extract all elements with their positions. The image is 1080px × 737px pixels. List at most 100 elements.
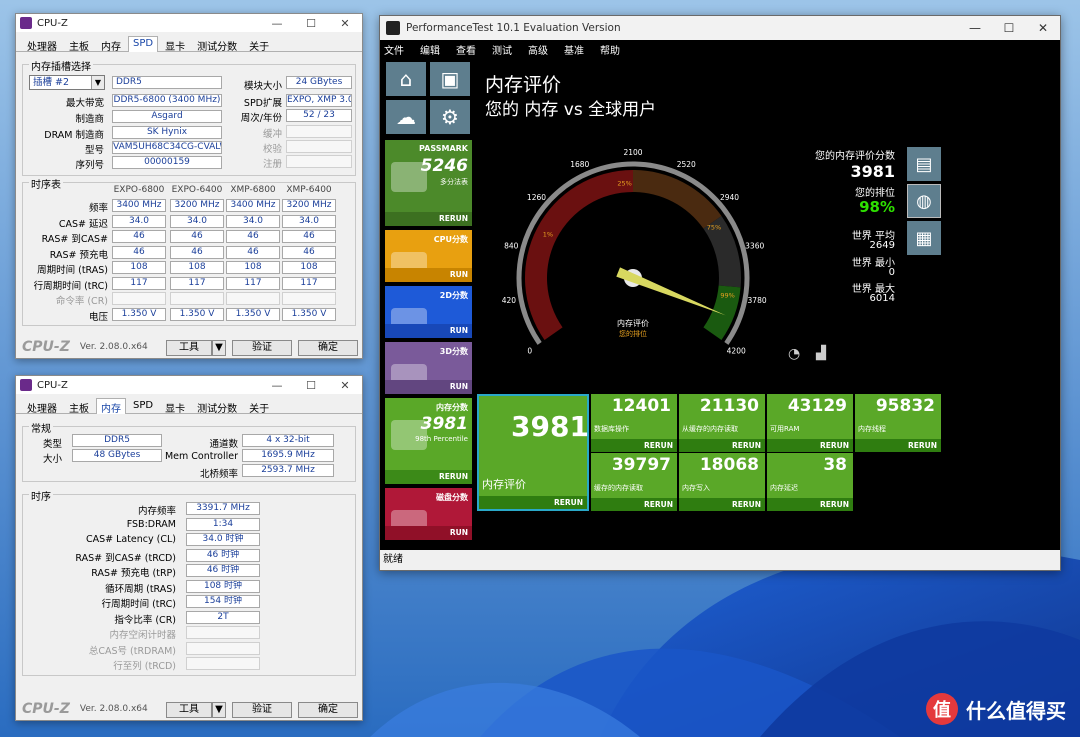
mem-timing-label: 行周期时间 (tRC) xyxy=(101,599,176,610)
side-tile-rerun[interactable]: RERUN xyxy=(385,212,472,226)
tab-spd[interactable]: SPD xyxy=(128,36,159,52)
pt-titlebar[interactable]: PerformanceTest 10.1 Evaluation Version … xyxy=(380,16,1060,40)
side-tile-4[interactable]: 内存分数 3981 98th Percentile RERUN xyxy=(385,398,472,484)
side-tile-1[interactable]: CPU分数 RUN xyxy=(385,230,472,282)
cloud-db-icon[interactable]: ☁ xyxy=(386,100,426,134)
timing-row-label: CAS# 延迟 xyxy=(58,218,108,230)
tab-bench[interactable]: 测试分数 xyxy=(192,36,242,53)
tab-mainboard[interactable]: 主板 xyxy=(64,398,94,415)
tools-button[interactable]: 工具 xyxy=(166,702,212,718)
metric-tile-rerun[interactable]: RERUN xyxy=(679,439,765,452)
side-tile-label: 3D分数 xyxy=(439,347,468,356)
tab-spd[interactable]: SPD xyxy=(128,398,158,413)
timing-cell: 1.350 V xyxy=(226,307,280,321)
metric-tile[interactable]: 21130 从缓存的内存读取 RERUN xyxy=(679,394,765,452)
metric-tile-rerun[interactable]: RERUN xyxy=(591,439,677,452)
menu-edit[interactable]: 编辑 xyxy=(416,42,452,57)
menu-help[interactable]: 帮助 xyxy=(596,42,632,57)
memory-mark-tile[interactable]: 3981 内存评价 RERUN xyxy=(477,394,589,511)
metric-tile[interactable]: 38 内存延迟 RERUN xyxy=(767,453,853,511)
side-tile-5[interactable]: 磁盘分数 RUN xyxy=(385,488,472,540)
tab-cpu[interactable]: 处理器 xyxy=(22,398,62,415)
serial-number-value: 00000159 xyxy=(112,156,222,169)
spd-ext-label: SPD扩展 xyxy=(243,98,282,109)
chart-icon[interactable]: ▟ xyxy=(816,346,826,361)
close-icon[interactable]: ✕ xyxy=(1026,21,1060,35)
tab-about[interactable]: 关于 xyxy=(244,398,274,415)
menu-file[interactable]: 文件 xyxy=(380,42,416,57)
timing-cell: 34.0 xyxy=(112,214,166,228)
metric-tile[interactable]: 39797 缓存的内存读取 RERUN xyxy=(591,453,677,511)
metric-tile-rerun[interactable]: RERUN xyxy=(767,439,853,452)
maximize-icon[interactable]: ☐ xyxy=(294,379,328,392)
tab-graphics[interactable]: 显卡 xyxy=(160,398,190,415)
menu-view[interactable]: 查看 xyxy=(452,42,488,57)
metric-tile[interactable]: 18068 内存写入 RERUN xyxy=(679,453,765,511)
speedometer-icon[interactable]: ◔ xyxy=(788,346,800,362)
metric-tile[interactable]: 12401 数据库操作 RERUN xyxy=(591,394,677,452)
metric-tile-rerun[interactable]: RERUN xyxy=(591,498,677,511)
serial-number-label: 序列号 xyxy=(75,160,104,171)
minimize-icon[interactable]: — xyxy=(260,17,294,30)
cpuz-mem-titlebar[interactable]: CPU-Z — ☐ ✕ xyxy=(16,376,362,394)
metric-tile-label: 内存写入 xyxy=(682,484,710,492)
performancetest-window[interactable]: PerformanceTest 10.1 Evaluation Version … xyxy=(379,15,1061,571)
metric-tile[interactable]: 43129 可用RAM RERUN xyxy=(767,394,853,452)
window-title: CPU-Z xyxy=(37,379,68,391)
validate-button[interactable]: 验证 xyxy=(232,340,292,356)
tab-mainboard[interactable]: 主板 xyxy=(64,36,94,53)
side-tile-rerun[interactable]: RUN xyxy=(385,380,472,394)
chevron-down-icon[interactable]: ▼ xyxy=(91,76,104,89)
close-icon[interactable]: ✕ xyxy=(328,379,362,392)
menu-tests[interactable]: 测试 xyxy=(488,42,524,57)
side-tile-rerun[interactable]: RUN xyxy=(385,268,472,282)
watermark: 值 什么值得买 xyxy=(926,693,1066,725)
side-tile-2[interactable]: 2D分数 RUN xyxy=(385,286,472,338)
maximize-icon[interactable]: ☐ xyxy=(992,21,1026,35)
gears-icon[interactable]: ⚙ xyxy=(430,100,470,134)
metric-tile-rerun[interactable]: RERUN xyxy=(855,439,941,452)
report-icon[interactable]: ▤ xyxy=(907,147,941,181)
side-tile-rerun[interactable]: RERUN xyxy=(385,470,472,484)
cpuz-spd-titlebar[interactable]: CPU-Z — ☐ ✕ xyxy=(16,14,362,32)
metric-tile-rerun[interactable]: RERUN xyxy=(767,498,853,511)
memory-card-icon[interactable]: ▦ xyxy=(907,221,941,255)
world-max-value: 6014 xyxy=(869,293,895,304)
memory-mark-rerun[interactable]: RERUN xyxy=(479,496,587,509)
home-icon[interactable]: ⌂ xyxy=(386,62,426,96)
tools-button[interactable]: 工具 xyxy=(166,340,212,356)
side-tile-rerun[interactable]: RUN xyxy=(385,324,472,338)
validate-button[interactable]: 验证 xyxy=(232,702,292,718)
correction-label: 校验 xyxy=(262,144,282,155)
tab-memory[interactable]: 内存 xyxy=(96,398,126,415)
globe-icon[interactable]: ◍ xyxy=(907,184,941,218)
minimize-icon[interactable]: — xyxy=(958,21,992,35)
side-tile-3[interactable]: 3D分数 RUN xyxy=(385,342,472,394)
metric-tile-rerun[interactable]: RERUN xyxy=(679,498,765,511)
tools-dropdown-button[interactable]: ▼ xyxy=(212,702,226,718)
minimize-icon[interactable]: — xyxy=(260,379,294,392)
tab-graphics[interactable]: 显卡 xyxy=(160,36,190,53)
metric-tile[interactable]: 95832 内存线程 RERUN xyxy=(855,394,941,452)
cpuz-spd-window[interactable]: CPU-Z — ☐ ✕ 处理器 主板 内存 SPD 显卡 测试分数 关于 内存插… xyxy=(15,13,363,359)
maximize-icon[interactable]: ☐ xyxy=(294,17,328,30)
side-tile-rerun[interactable]: RUN xyxy=(385,526,472,540)
menu-advanced[interactable]: 高级 xyxy=(524,42,560,57)
tab-memory[interactable]: 内存 xyxy=(96,36,126,53)
validate-button-label: 验证 xyxy=(252,342,272,353)
tab-about[interactable]: 关于 xyxy=(244,36,274,53)
ok-button[interactable]: 确定 xyxy=(298,702,358,718)
ok-button[interactable]: 确定 xyxy=(298,340,358,356)
slot-dropdown[interactable]: 插槽 #2 ▼ xyxy=(29,75,105,90)
monitor-icon[interactable]: ▣ xyxy=(430,62,470,96)
week-year-value: 52 / 23 xyxy=(286,109,352,122)
menu-baseline[interactable]: 基准 xyxy=(560,42,596,57)
cpuz-memory-window[interactable]: CPU-Z — ☐ ✕ 处理器 主板 内存 SPD 显卡 测试分数 关于 常规 … xyxy=(15,375,363,721)
close-icon[interactable]: ✕ xyxy=(328,17,362,30)
tab-bench[interactable]: 测试分数 xyxy=(192,398,242,415)
side-tile-0[interactable]: PASSMARK 5246 多分法表 RERUN xyxy=(385,140,472,226)
world-min-value: 0 xyxy=(888,267,895,278)
tab-cpu[interactable]: 处理器 xyxy=(22,36,62,53)
tools-dropdown-button[interactable]: ▼ xyxy=(212,340,226,356)
gauge-band-mid xyxy=(633,170,722,229)
